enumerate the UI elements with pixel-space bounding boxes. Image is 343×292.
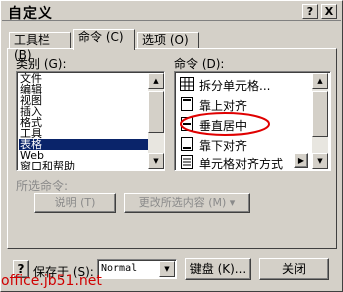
describe-button[interactable]: 说明 (T) [34,193,116,213]
commands-listbox[interactable]: 拆分单元格... 靠上对齐 垂直居中 靠下对齐 单元格对齐方式 ▶ ▲ ▼ [174,71,331,171]
selected-command-label: 所选命令: [16,179,69,193]
category-item[interactable]: 窗口和帮助 [19,161,149,170]
close-title-button[interactable]: X [321,4,337,19]
commands-tab-panel: 类别 (G): 文件 编辑 视图 插入 格式 工具 表格 Web 窗口和帮助 ▲… [7,48,337,249]
command-label: 单元格对齐方式 [199,157,284,171]
align-top-icon [181,97,193,111]
commands-label: 命令 (D): [174,57,225,71]
tab-strip: 工具栏 (B) 命令 (C) 选项 (O) [9,29,339,62]
modify-selection-button[interactable]: 更改所选内容 (M) ▾ [124,193,250,213]
command-item[interactable]: 拆分单元格... [177,74,327,94]
tab-commands[interactable]: 命令 (C) [73,29,135,50]
scroll-down-icon[interactable]: ▼ [312,153,328,169]
command-item[interactable]: 靠下对齐 [177,134,327,154]
dialog-title: 自定义 [8,6,53,22]
close-button[interactable]: 关闭 [259,258,329,280]
command-label: 拆分单元格... [199,79,271,93]
keyboard-button[interactable]: 键盘 (K)... [185,258,251,280]
highlight-circle [180,112,270,136]
scroll-down-icon[interactable]: ▼ [148,153,164,169]
align-bottom-icon [181,137,193,151]
save-in-value: Normal [101,263,138,274]
categories-label: 类别 (G): [16,57,67,71]
commands-scrollbar[interactable]: ▲ ▼ [312,73,328,169]
scroll-up-icon[interactable]: ▲ [312,73,328,89]
scroll-thumb[interactable] [148,91,164,133]
split-cells-icon [180,77,194,91]
title-bar: 自定义 ? X [2,2,341,22]
dropdown-arrow-icon[interactable]: ▼ [159,261,175,277]
tab-toolbars[interactable]: 工具栏 (B) [9,32,71,62]
categories-listbox[interactable]: 文件 编辑 视图 插入 格式 工具 表格 Web 窗口和帮助 ▲ ▼ [16,71,165,171]
categories-scrollbar[interactable]: ▲ ▼ [148,73,164,169]
customize-dialog: 自定义 ? X 工具栏 (B) 命令 (C) 选项 (O) 类别 (G): 文件… [0,0,343,292]
tab-options[interactable]: 选项 (O) [137,32,199,49]
scroll-up-icon[interactable]: ▲ [148,73,164,89]
submenu-arrow-icon[interactable]: ▶ [294,153,308,168]
watermark-text: office.jb51.net [1,273,102,289]
scroll-thumb[interactable] [312,91,328,137]
cell-alignment-icon [181,155,193,169]
help-title-button[interactable]: ? [302,4,318,19]
save-in-dropdown[interactable]: Normal ▼ [97,259,177,279]
